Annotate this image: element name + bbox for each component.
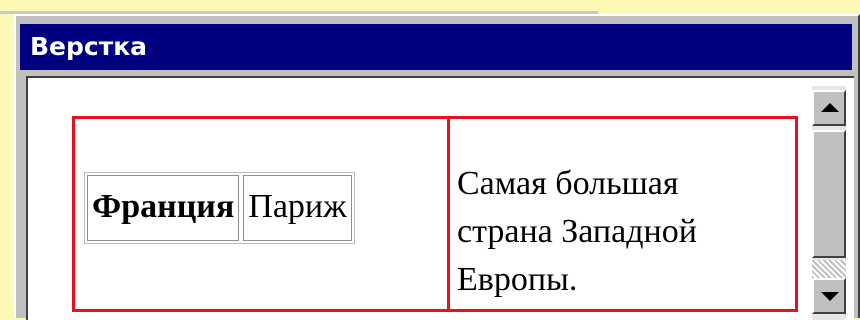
- page-content-area: Франция Париж Самая большая страна Запад…: [26, 76, 854, 320]
- country-table: Франция Париж: [84, 172, 355, 244]
- scroll-thumb[interactable]: [812, 130, 846, 258]
- background-frame: [0, 0, 598, 14]
- vertical-scrollbar[interactable]: [812, 86, 846, 320]
- scroll-track[interactable]: [812, 260, 846, 278]
- scroll-down-button[interactable]: [812, 278, 846, 314]
- browser-window: Верстка Франция Париж Самая большая стра…: [14, 14, 860, 320]
- table-cell-capital: Париж: [243, 175, 352, 241]
- description-line-1: Самая большая: [457, 165, 679, 202]
- description-text: Самая большая страна Западной Европы.: [457, 160, 797, 304]
- description-line-2: страна Западной: [457, 213, 697, 250]
- scroll-up-button[interactable]: [812, 90, 846, 126]
- description-line-3: Европы.: [457, 261, 578, 298]
- table-cell-country: Франция: [87, 175, 240, 241]
- arrow-down-icon: [821, 292, 839, 301]
- window-title: Верстка: [20, 24, 852, 70]
- arrow-up-icon: [821, 103, 839, 112]
